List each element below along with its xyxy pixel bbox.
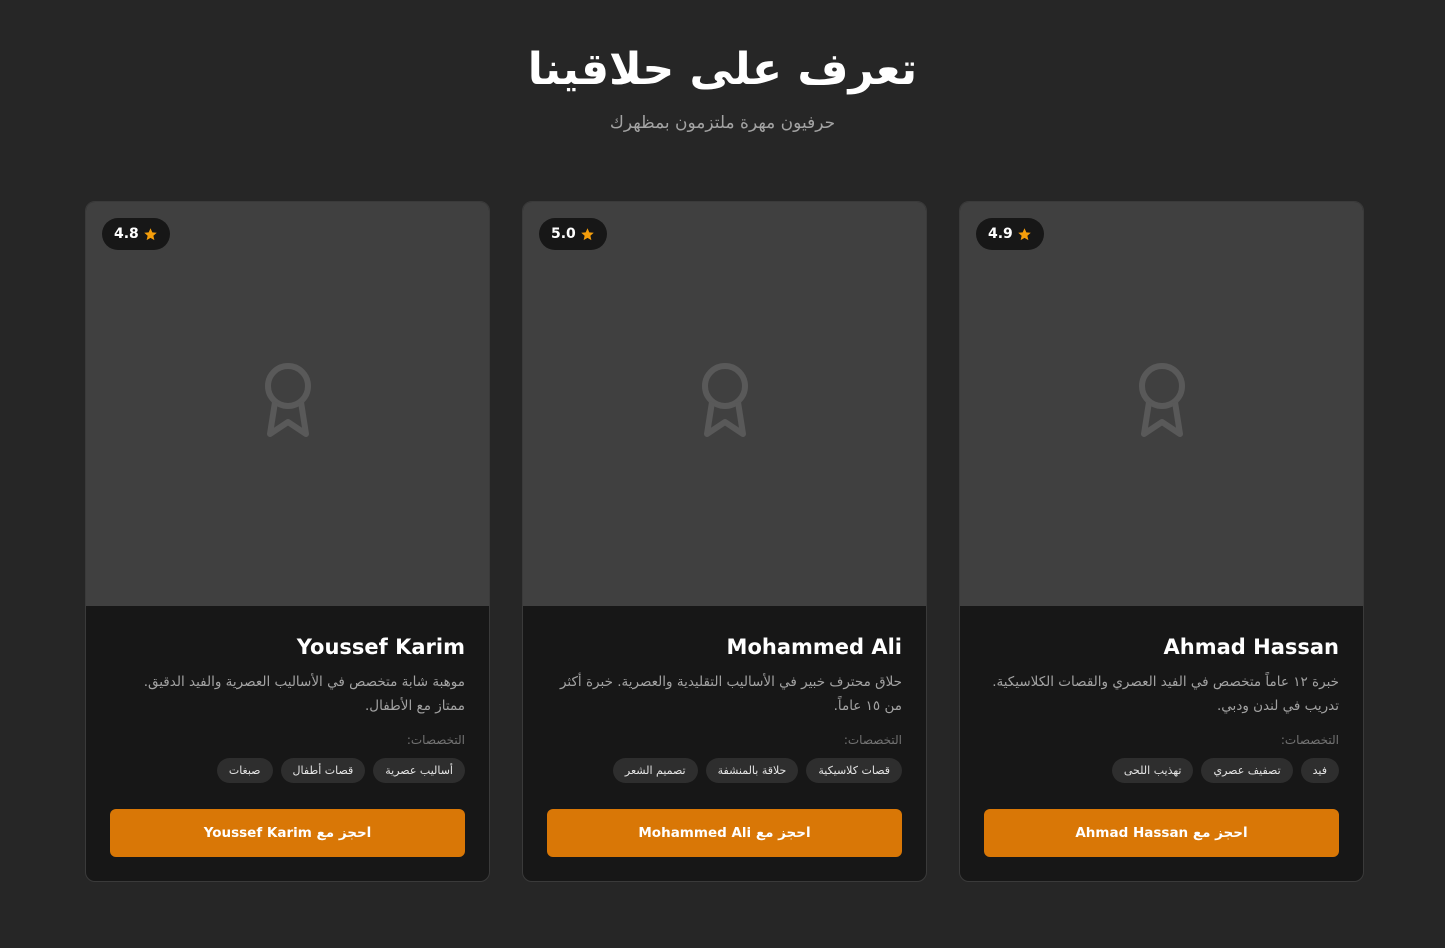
specialty-tag: فيد [1300,758,1339,783]
barber-card: 4.9 Ahmad Hassan خبرة ١٢ عاماً متخصص في … [959,201,1364,882]
barber-photo: 5.0 [523,202,926,606]
specialty-tags: قصات كلاسيكية حلاقة بالمنشفة تصميم الشعر [547,758,902,783]
barber-photo: 4.9 [960,202,1363,606]
specialty-tag: قصات أطفال [280,758,366,783]
specialty-tag: تهذيب اللحى [1111,758,1194,783]
book-button[interactable]: احجز مع Youssef Karim [110,809,465,857]
barber-bio: موهبة شابة متخصص في الأساليب العصرية وال… [143,674,465,714]
star-icon [580,227,595,242]
barbers-grid: 4.9 Ahmad Hassan خبرة ١٢ عاماً متخصص في … [84,201,1364,882]
rating-badge: 4.8 [102,218,170,250]
specialty-tags: فيد تصفيف عصري تهذيب اللحى [984,758,1339,783]
barber-card: 4.8 Youssef Karim موهبة شابة متخصص في ال… [85,201,490,882]
specialty-tags: أساليب عصرية قصات أطفال صبغات [110,758,465,783]
barber-bio: حلاق محترف خبير في الأساليب التقليدية وا… [559,674,902,714]
star-icon [143,227,158,242]
award-icon [699,362,751,446]
page-subtitle: حرفيون مهرة ملتزمون بمظهرك [609,113,836,133]
barber-info: Youssef Karim موهبة شابة متخصص في الأسال… [86,606,489,881]
rating-value: 4.8 [114,226,139,242]
specialty-tag: تصميم الشعر [612,758,698,783]
book-button[interactable]: احجز مع Mohammed Ali [547,809,902,857]
award-icon [262,362,314,446]
barber-card: 5.0 Mohammed Ali حلاق محترف خبير في الأس… [522,201,927,882]
barber-info: Ahmad Hassan خبرة ١٢ عاماً متخصص في الفي… [960,606,1363,881]
specialties-label: التخصصات: [406,733,465,747]
barber-photo: 4.8 [86,202,489,606]
rating-badge: 4.9 [976,218,1044,250]
specialty-tag: قصات كلاسيكية [806,758,902,783]
barber-info: Mohammed Ali حلاق محترف خبير في الأساليب… [523,606,926,881]
award-icon [1136,362,1188,446]
book-button[interactable]: احجز مع Ahmad Hassan [984,809,1339,857]
section-header: تعرف على حلاقينا حرفيون مهرة ملتزمون بمظ… [0,0,1445,134]
specialty-tag: صبغات [216,758,273,783]
barber-name: Youssef Karim [296,635,465,659]
rating-value: 5.0 [551,226,576,242]
barber-name: Ahmad Hassan [1163,635,1339,659]
specialties-label: التخصصات: [1280,733,1339,747]
barber-bio: خبرة ١٢ عاماً متخصص في الفيد العصري والق… [992,674,1339,714]
page-title: تعرف على حلاقينا [527,44,918,95]
star-icon [1017,227,1032,242]
specialty-tag: حلاقة بالمنشفة [705,758,799,783]
rating-badge: 5.0 [539,218,607,250]
specialties-label: التخصصات: [843,733,902,747]
specialty-tag: أساليب عصرية [373,758,465,783]
barber-name: Mohammed Ali [726,635,902,659]
rating-value: 4.9 [988,226,1013,242]
specialty-tag: تصفيف عصري [1201,758,1293,783]
